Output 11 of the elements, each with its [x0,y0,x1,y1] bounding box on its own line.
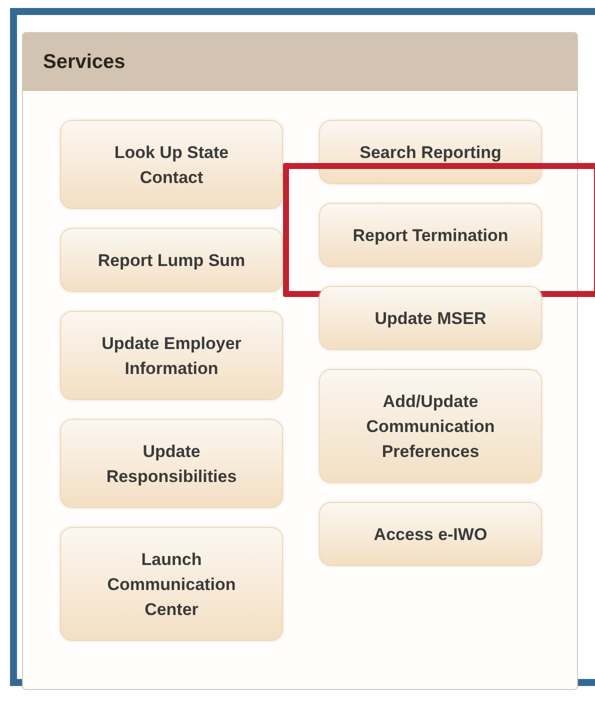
service-button[interactable]: Update MSER [319,286,542,350]
service-button[interactable]: Report Lump Sum [60,228,283,292]
service-button[interactable]: Report Termination [319,203,542,267]
service-button[interactable]: Update Employer Information [60,311,283,400]
panel-title: Services [23,33,577,91]
service-button[interactable]: Access e-IWO [319,502,542,566]
service-button[interactable]: Launch Communication Center [60,527,283,641]
service-button[interactable]: Search Reporting [319,120,542,184]
service-button[interactable]: Look Up State Contact [60,120,283,209]
service-button[interactable]: Update Responsibilities [60,419,283,508]
service-button[interactable]: Add/Update Communication Preferences [319,369,542,483]
